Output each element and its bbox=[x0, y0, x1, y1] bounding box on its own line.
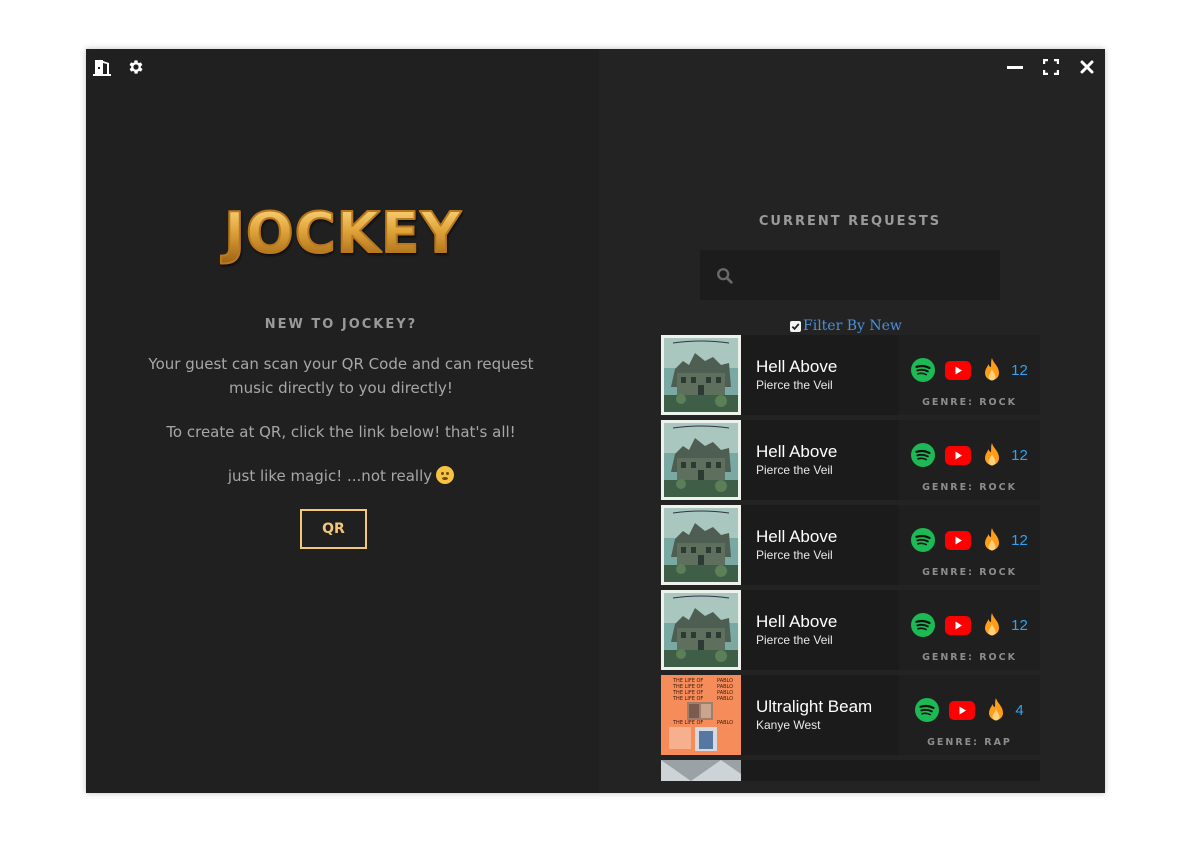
intro-paragraph: Your guest can scan your QR Code and can… bbox=[148, 355, 534, 397]
youtube-icon[interactable] bbox=[945, 615, 972, 635]
spotify-icon[interactable] bbox=[911, 613, 936, 637]
search-icon bbox=[717, 268, 733, 284]
song-title: Ultralight Beam bbox=[756, 697, 873, 716]
request-count: 12 bbox=[1011, 361, 1028, 379]
album-cover bbox=[661, 760, 741, 781]
album-cover: THE LIFE OF PABLO THE LIFE OF PABLO THE LI… bbox=[661, 675, 741, 755]
spotify-icon[interactable] bbox=[911, 528, 936, 552]
flushed-face-emoji-icon bbox=[436, 466, 455, 484]
song-info: Hell Above Pierce the Veil bbox=[756, 590, 886, 670]
request-row[interactable]: Hell Above Pierce the Veil 12 GENRE: ROC… bbox=[661, 590, 1040, 670]
svg-text:PABLO: PABLO bbox=[717, 696, 733, 702]
flame-icon[interactable] bbox=[985, 697, 1007, 723]
genre-label: GENRE: ROCK bbox=[922, 482, 1017, 493]
song-info: Hell Above Pierce the Veil bbox=[756, 505, 886, 585]
instruction-paragraph: To create at QR, click the link below! t… bbox=[166, 423, 516, 441]
request-row[interactable]: Hell Above Pierce the Veil 12 GENRE: ROC… bbox=[661, 335, 1040, 415]
flame-icon[interactable] bbox=[981, 357, 1003, 383]
svg-text:THE LIFE OF: THE LIFE OF bbox=[672, 720, 703, 726]
exit-door-icon[interactable] bbox=[92, 57, 112, 77]
song-artist: Kanye West bbox=[756, 718, 821, 732]
youtube-icon[interactable] bbox=[949, 700, 976, 720]
flame-icon[interactable] bbox=[981, 527, 1003, 553]
gear-icon[interactable] bbox=[126, 57, 146, 77]
request-actions: 12 GENRE: ROCK bbox=[899, 590, 1040, 670]
request-row[interactable]: Hell Above Pierce the Veil 12 GENRE: ROC… bbox=[661, 505, 1040, 585]
new-to-jockey-title: NEW TO JOCKEY? bbox=[264, 317, 418, 332]
request-row-partial[interactable] bbox=[661, 760, 1040, 781]
request-count: 12 bbox=[1011, 446, 1028, 464]
genre-label: GENRE: ROCK bbox=[922, 397, 1017, 408]
spotify-icon[interactable] bbox=[911, 358, 936, 382]
jockey-logo: JOCKEY bbox=[217, 197, 469, 269]
youtube-icon[interactable] bbox=[945, 445, 972, 465]
genre-label: GENRE: ROCK bbox=[922, 567, 1017, 578]
svg-text:THE LIFE OF: THE LIFE OF bbox=[672, 696, 703, 702]
maximize-icon[interactable] bbox=[1041, 57, 1061, 77]
request-row[interactable]: Hell Above Pierce the Veil 12 GENRE: ROC… bbox=[661, 420, 1040, 500]
request-count: 4 bbox=[1015, 701, 1024, 719]
song-title: Hell Above bbox=[756, 612, 838, 631]
genre-label: GENRE: ROCK bbox=[922, 652, 1017, 663]
filter-label[interactable]: Filter By New bbox=[803, 318, 902, 334]
song-artist: Pierce the Veil bbox=[756, 633, 833, 647]
album-cover bbox=[661, 420, 741, 500]
filter-checkbox[interactable] bbox=[790, 320, 801, 332]
request-count: 12 bbox=[1011, 616, 1028, 634]
minimize-icon[interactable] bbox=[1005, 57, 1025, 77]
genre-label: GENRE: RAP bbox=[927, 737, 1012, 748]
song-artist: Pierce the Veil bbox=[756, 548, 833, 562]
requests-list: Hell Above Pierce the Veil 12 GENRE: ROC… bbox=[661, 335, 1040, 786]
album-cover bbox=[661, 505, 741, 585]
request-count: 12 bbox=[1011, 531, 1028, 549]
search-box bbox=[700, 250, 1000, 300]
album-cover bbox=[661, 335, 741, 415]
app-window: JOCKEY NEW TO JOCKEY? Your guest can sca… bbox=[86, 49, 1105, 793]
logo-text: JOCKEY bbox=[220, 201, 462, 266]
youtube-icon[interactable] bbox=[945, 530, 972, 550]
request-row[interactable]: THE LIFE OF PABLO THE LIFE OF PABLO THE LI… bbox=[661, 675, 1040, 755]
spotify-icon[interactable] bbox=[915, 698, 940, 722]
flame-icon[interactable] bbox=[981, 612, 1003, 638]
svg-text:PABLO: PABLO bbox=[717, 720, 733, 726]
magic-paragraph: just like magic! ...not really bbox=[126, 464, 556, 488]
song-info: Hell Above Pierce the Veil bbox=[756, 335, 886, 415]
song-title: Hell Above bbox=[756, 442, 838, 461]
magic-text: just like magic! ...not really bbox=[227, 467, 433, 485]
request-actions: 12 GENRE: ROCK bbox=[899, 420, 1040, 500]
close-icon[interactable] bbox=[1077, 57, 1097, 77]
current-requests-title: CURRENT REQUESTS bbox=[758, 214, 942, 229]
song-info: Ultralight Beam Kanye West bbox=[756, 675, 886, 755]
youtube-icon[interactable] bbox=[945, 360, 972, 380]
song-title: Hell Above bbox=[756, 357, 838, 376]
spotify-icon[interactable] bbox=[911, 443, 936, 467]
qr-button[interactable]: QR bbox=[300, 509, 367, 549]
request-actions: 4 GENRE: RAP bbox=[899, 675, 1040, 755]
filter-by-new[interactable]: Filter By New bbox=[790, 318, 902, 334]
request-actions: 12 GENRE: ROCK bbox=[899, 505, 1040, 585]
song-info: Hell Above Pierce the Veil bbox=[756, 420, 886, 500]
song-title: Hell Above bbox=[756, 527, 838, 546]
song-artist: Pierce the Veil bbox=[756, 378, 833, 392]
album-cover bbox=[661, 590, 741, 670]
window-controls-right bbox=[1005, 57, 1097, 77]
search-input[interactable] bbox=[740, 250, 995, 300]
song-artist: Pierce the Veil bbox=[756, 463, 833, 477]
window-controls-left bbox=[92, 57, 146, 77]
request-actions: 12 GENRE: ROCK bbox=[899, 335, 1040, 415]
flame-icon[interactable] bbox=[981, 442, 1003, 468]
